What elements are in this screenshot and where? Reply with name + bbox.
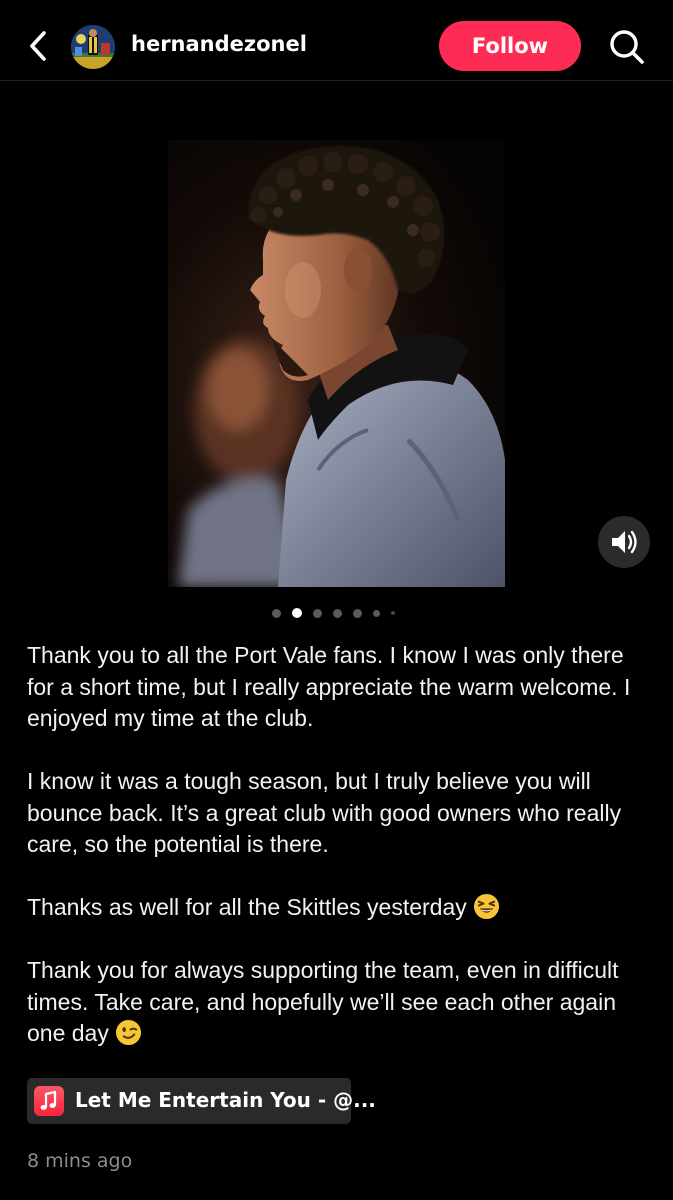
post-page: hernandezonel Follow Thank you to all th… <box>0 0 673 1200</box>
top-bar: hernandezonel Follow <box>0 0 673 81</box>
carousel-dot-active[interactable] <box>292 608 302 618</box>
carousel-dot[interactable] <box>313 608 322 618</box>
speaker-icon <box>612 530 637 554</box>
sound-button[interactable] <box>598 516 650 568</box>
follow-button[interactable]: Follow <box>439 21 581 71</box>
music-note-icon <box>34 1086 64 1116</box>
avatar[interactable] <box>71 25 115 69</box>
caption-paragraph: Thank you to all the Port Vale fans. I k… <box>27 642 631 731</box>
caption-paragraph: Thanks as well for all the Skittles yest… <box>27 892 652 924</box>
search-icon <box>610 30 644 64</box>
caption-paragraph: Thank you for always supporting the team… <box>27 957 619 1046</box>
carousel-dot[interactable] <box>272 608 281 618</box>
back-button[interactable] <box>22 26 56 66</box>
music-chip[interactable]: Let Me Entertain You - @... <box>27 1078 376 1124</box>
username[interactable]: hernandezonel <box>131 32 307 56</box>
carousel-dot[interactable] <box>333 608 342 618</box>
carousel-indicator <box>272 607 406 619</box>
post-caption: Thank you to all the Port Vale fans. I k… <box>27 640 652 1081</box>
carousel-dot[interactable] <box>391 611 395 615</box>
search-button[interactable] <box>607 27 647 67</box>
winking-emoji-icon <box>115 1019 141 1046</box>
carousel-dot[interactable] <box>373 609 380 617</box>
post-photo[interactable] <box>168 140 505 587</box>
laughing-emoji-icon <box>473 893 499 920</box>
post-timestamp: 8 mins ago <box>27 1150 133 1172</box>
caption-paragraph: I know it was a tough season, but I trul… <box>27 768 622 857</box>
carousel-dot[interactable] <box>353 608 362 618</box>
music-label: Let Me Entertain You - @... <box>75 1088 376 1112</box>
chevron-left-icon <box>30 31 46 61</box>
